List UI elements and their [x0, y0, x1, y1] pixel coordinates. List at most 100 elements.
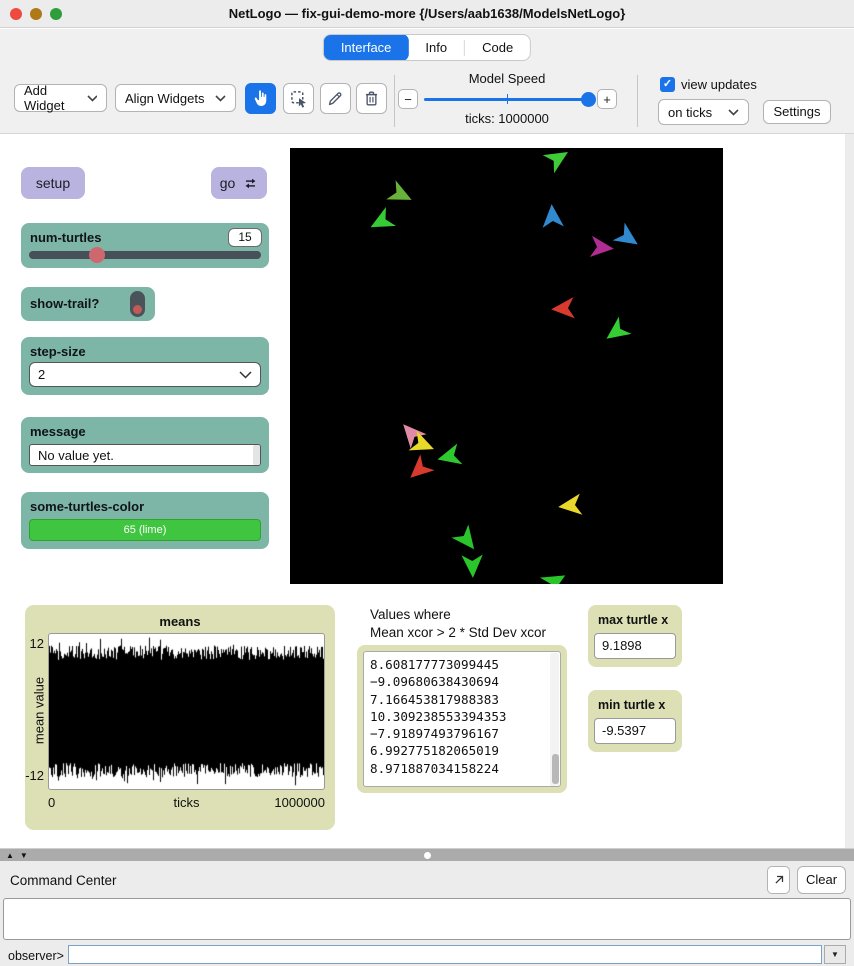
- show-trail-label: show-trail?: [30, 296, 99, 311]
- ticks-counter: ticks: 1000000: [407, 111, 607, 126]
- speed-slower-button[interactable]: −: [398, 89, 418, 109]
- select-tool-button[interactable]: [283, 83, 314, 114]
- toggle-off-dot: [133, 305, 142, 314]
- turtle: [549, 294, 578, 323]
- go-button-label: go: [220, 175, 236, 191]
- tab-interface[interactable]: Interface: [324, 34, 409, 61]
- plot-y-axis-label: mean value: [32, 671, 47, 751]
- step-size-value: 2: [38, 367, 45, 382]
- view-updates-label: view updates: [681, 77, 757, 92]
- go-forever-button[interactable]: go: [211, 167, 267, 199]
- popout-arrow-icon: [772, 873, 786, 887]
- step-size-chooser-widget: step-size 2: [21, 337, 269, 395]
- add-widget-dropdown[interactable]: Add Widget: [14, 84, 107, 112]
- marquee-select-icon: [289, 89, 309, 109]
- num-turtles-slider-widget: num-turtles 15: [21, 223, 269, 268]
- window-title: NetLogo — fix-gui-demo-more {/Users/aab1…: [0, 0, 854, 28]
- chevron-down-icon: [215, 95, 226, 102]
- max-turtle-x-monitor: max turtle x 9.1898: [588, 605, 682, 667]
- output-scroll-area[interactable]: 8.608177773099445 −9.09680638430694 7.16…: [363, 651, 561, 787]
- command-center-splitter[interactable]: ▲▼: [0, 848, 854, 861]
- tab-info[interactable]: Info: [408, 34, 464, 61]
- plot-xmax-tick: 1000000: [48, 795, 325, 810]
- forever-loop-icon: [243, 176, 258, 191]
- interact-tool-button[interactable]: [245, 83, 276, 114]
- command-center-title: Command Center: [10, 873, 117, 888]
- toolbar-divider: [394, 75, 395, 127]
- interface-toolbar: Add Widget Align Widgets Model Speed −: [0, 66, 854, 134]
- command-history-dropdown[interactable]: ▼: [824, 945, 846, 964]
- turtle: [597, 312, 635, 350]
- message-input[interactable]: [29, 444, 261, 466]
- minimize-window-button[interactable]: [30, 8, 42, 20]
- speed-slider-thumb[interactable]: [581, 92, 596, 107]
- turtle: [536, 563, 573, 584]
- output-text: 8.608177773099445 −9.09680638430694 7.16…: [364, 652, 560, 777]
- clear-button[interactable]: Clear: [797, 866, 846, 894]
- edit-tool-button[interactable]: [320, 83, 351, 114]
- num-turtles-track[interactable]: [29, 251, 261, 259]
- show-trail-toggle[interactable]: [130, 291, 145, 317]
- splitter-down-arrow[interactable]: ▼: [20, 851, 34, 860]
- world-view[interactable]: [290, 148, 723, 584]
- add-widget-label: Add Widget: [24, 83, 87, 113]
- step-size-label: step-size: [30, 344, 86, 359]
- plot-pen-trace: [49, 634, 324, 789]
- delete-tool-button[interactable]: [356, 83, 387, 114]
- update-mode-value: on ticks: [668, 105, 712, 120]
- plot-title: means: [25, 614, 335, 629]
- show-trail-switch-widget: show-trail?: [21, 287, 155, 321]
- num-turtles-value[interactable]: 15: [228, 228, 262, 247]
- update-mode-dropdown[interactable]: on ticks: [658, 99, 749, 125]
- output-note-line2: Mean xcor > 2 * Std Dev xcor: [370, 624, 546, 642]
- chevron-down-icon: [239, 371, 252, 379]
- num-turtles-thumb[interactable]: [89, 247, 105, 263]
- step-size-dropdown[interactable]: 2: [29, 362, 261, 387]
- turtle: [433, 440, 466, 473]
- message-input-widget: message: [21, 417, 269, 473]
- speed-faster-button[interactable]: +: [597, 89, 617, 109]
- tab-row: Interface Info Code: [0, 29, 854, 66]
- output-note-line1: Values where: [370, 606, 546, 624]
- zoom-window-button[interactable]: [50, 8, 62, 20]
- min-turtle-x-label: min turtle x: [598, 698, 665, 712]
- turtle: [555, 490, 585, 520]
- splitter-up-arrow[interactable]: ▲: [6, 851, 20, 860]
- means-plot-widget: means 12 -12 mean value 0 ticks 1000000: [25, 605, 335, 830]
- scrollbar-gutter[interactable]: [845, 134, 854, 848]
- some-turtles-color-label: some-turtles-color: [30, 499, 144, 514]
- tab-code[interactable]: Code: [465, 34, 530, 61]
- command-input[interactable]: [68, 945, 822, 964]
- close-window-button[interactable]: [10, 8, 22, 20]
- view-updates-checkbox[interactable]: ✓: [660, 77, 675, 92]
- plot-ymax-tick: 12: [25, 636, 44, 651]
- setup-button[interactable]: setup: [21, 167, 85, 199]
- popout-command-center-button[interactable]: [767, 866, 790, 894]
- splitter-drag-handle[interactable]: [424, 852, 431, 859]
- interface-canvas: setup go num-turtles 15 show-trail? step…: [0, 134, 854, 848]
- max-turtle-x-value: 9.1898: [594, 633, 676, 659]
- align-widgets-dropdown[interactable]: Align Widgets: [115, 84, 236, 112]
- color-swatch-button[interactable]: 65 (lime): [29, 519, 261, 541]
- output-scrollbar-thumb[interactable]: [552, 754, 559, 784]
- plot-area: [48, 633, 325, 790]
- turtle: [538, 202, 567, 231]
- turtle: [538, 148, 575, 177]
- pencil-icon: [326, 89, 345, 108]
- max-turtle-x-label: max turtle x: [598, 613, 668, 627]
- input-scrollbar[interactable]: [253, 445, 260, 465]
- turtle: [458, 551, 486, 579]
- speed-slider-center-tick: [507, 94, 508, 104]
- pointing-hand-icon: [251, 89, 270, 108]
- min-turtle-x-value: -9.5397: [594, 718, 676, 744]
- settings-button[interactable]: Settings: [763, 100, 831, 124]
- num-turtles-label: num-turtles: [30, 230, 102, 245]
- turtle: [363, 203, 400, 240]
- message-label: message: [30, 424, 86, 439]
- output-note: Values where Mean xcor > 2 * Std Dev xco…: [370, 606, 546, 642]
- command-center-output[interactable]: [3, 898, 851, 940]
- title-bar: NetLogo — fix-gui-demo-more {/Users/aab1…: [0, 0, 854, 28]
- trash-icon: [362, 89, 381, 108]
- plot-ymin-tick: -12: [25, 768, 44, 783]
- model-speed-label: Model Speed: [407, 71, 607, 86]
